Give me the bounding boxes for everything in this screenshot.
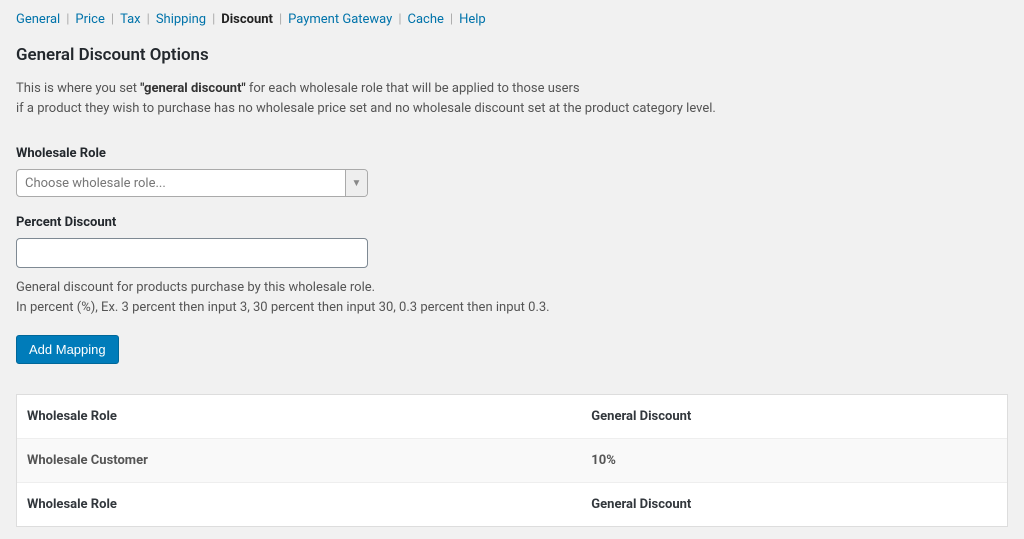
tab-payment-gateway[interactable]: Payment Gateway <box>288 12 392 27</box>
tab-separator: | <box>111 12 114 27</box>
chevron-down-icon: ▼ <box>345 170 367 196</box>
percent-discount-input[interactable] <box>16 238 368 268</box>
tab-separator: | <box>450 12 453 27</box>
tab-tax[interactable]: Tax <box>120 12 141 27</box>
add-mapping-button[interactable]: Add Mapping <box>16 335 119 364</box>
col-header-role: Wholesale Role <box>17 395 581 439</box>
table-row[interactable]: Wholesale Customer 10% <box>17 439 1007 483</box>
cell-discount: 10% <box>581 439 1007 483</box>
table-footer-row: Wholesale Role General Discount <box>17 483 1007 527</box>
col-footer-role: Wholesale Role <box>17 483 581 527</box>
tab-shipping[interactable]: Shipping <box>156 12 206 27</box>
tab-separator: | <box>398 12 401 27</box>
wholesale-role-select[interactable]: Choose wholesale role... ▼ <box>16 169 368 197</box>
tab-separator: | <box>147 12 150 27</box>
tab-discount[interactable]: Discount <box>221 12 273 27</box>
tab-help[interactable]: Help <box>459 12 486 27</box>
settings-tabs: General | Price | Tax | Shipping | Disco… <box>16 12 1008 27</box>
tab-cache[interactable]: Cache <box>408 12 444 27</box>
tab-separator: | <box>66 12 69 27</box>
wholesale-role-label: Wholesale Role <box>16 146 1008 161</box>
tab-price[interactable]: Price <box>75 12 104 27</box>
page-description: This is where you set "general discount"… <box>16 79 1008 118</box>
page-title: General Discount Options <box>16 45 1008 65</box>
wholesale-role-select-value[interactable]: Choose wholesale role... <box>16 169 368 197</box>
percent-discount-help: General discount for products purchase b… <box>16 278 1008 317</box>
tab-separator: | <box>212 12 215 27</box>
percent-discount-label: Percent Discount <box>16 215 1008 230</box>
table-header-row: Wholesale Role General Discount <box>17 395 1007 439</box>
col-header-discount: General Discount <box>581 395 1007 439</box>
col-footer-discount: General Discount <box>581 483 1007 527</box>
tab-general[interactable]: General <box>16 12 60 27</box>
tab-separator: | <box>279 12 282 27</box>
discount-mappings-table: Wholesale Role General Discount Wholesal… <box>16 394 1008 527</box>
cell-role: Wholesale Customer <box>17 439 581 483</box>
